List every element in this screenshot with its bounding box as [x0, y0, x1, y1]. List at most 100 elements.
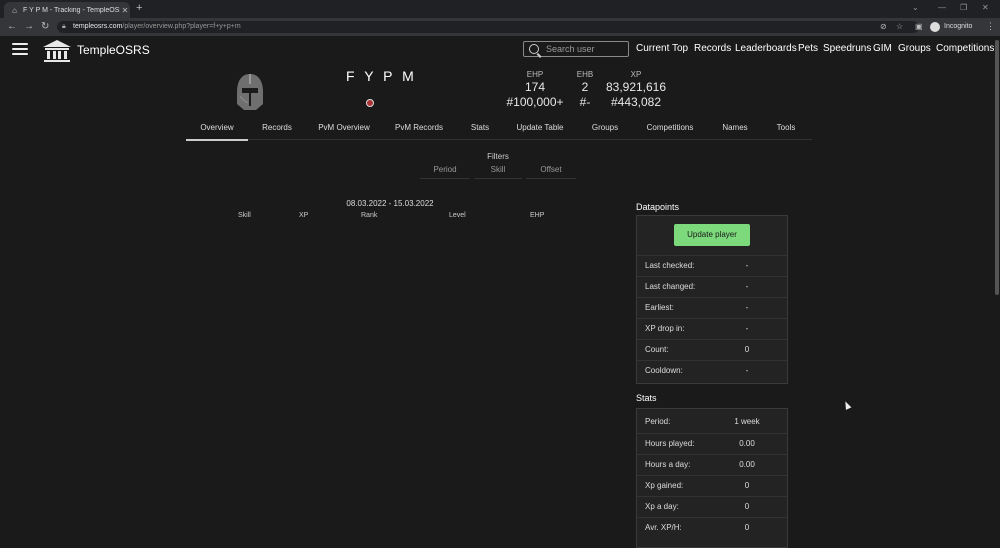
stat-label: Xp gained: — [645, 481, 684, 490]
column-skill[interactable]: Skill — [238, 212, 251, 219]
stat-label: Avr. XP/H: — [645, 523, 682, 532]
ehp-label: EHP — [526, 70, 544, 79]
search-icon — [529, 44, 539, 54]
tab-names[interactable]: Names — [714, 119, 756, 139]
datapoint-label: Cooldown: — [645, 366, 683, 375]
datapoint-value: - — [745, 282, 749, 291]
column-rank[interactable]: Rank — [361, 212, 377, 219]
nav-speedruns[interactable]: Speedruns — [823, 43, 871, 54]
mouse-cursor-icon — [842, 400, 852, 410]
datapoint-row: Last checked: - — [637, 255, 787, 275]
nav-leaderboards[interactable]: Leaderboards — [735, 43, 797, 54]
stat-label: Period: — [645, 417, 671, 426]
hamburger-menu-icon[interactable] — [12, 43, 28, 55]
minimize-icon[interactable]: — — [938, 3, 946, 12]
account-type-icon — [366, 99, 374, 107]
page-scrollbar[interactable] — [995, 40, 999, 295]
tab-overview[interactable]: Overview — [186, 119, 248, 141]
tab-competitions[interactable]: Competitions — [638, 119, 702, 139]
datapoint-row: XP drop in: - — [637, 318, 787, 338]
stat-row: Xp gained: 0 — [637, 475, 787, 495]
datapoints-title: Datapoints — [636, 202, 680, 212]
maximize-icon[interactable]: ❐ — [960, 3, 967, 12]
nav-pets[interactable]: Pets — [798, 43, 818, 54]
stat-value: 0 — [744, 481, 750, 490]
new-tab-icon[interactable]: + — [136, 2, 142, 14]
datapoint-label: Count: — [645, 345, 669, 354]
filter-skill[interactable]: Skill — [474, 162, 522, 179]
tab-update-table[interactable]: Update Table — [508, 119, 572, 139]
temple-favicon-icon: ⌂ — [12, 5, 17, 15]
stat-row: Xp a day: 0 — [637, 496, 787, 516]
datapoint-row: Count: 0 — [637, 339, 787, 359]
datapoint-label: Earliest: — [645, 303, 674, 312]
datapoint-value: 0 — [744, 345, 750, 354]
stat-label: Hours a day: — [645, 460, 691, 469]
filters-title: Filters — [487, 152, 509, 161]
tab-tools[interactable]: Tools — [768, 119, 804, 139]
stat-value: 0.00 — [739, 460, 755, 469]
datapoint-row: Earliest: - — [637, 297, 787, 317]
tab-groups[interactable]: Groups — [584, 119, 626, 139]
stat-row: Period: 1 week — [637, 412, 787, 432]
datapoint-label: XP drop in: — [645, 324, 685, 333]
column-level[interactable]: Level — [449, 212, 466, 219]
nav-competitions[interactable]: Competitions — [936, 43, 994, 54]
close-tab-icon[interactable]: ✕ — [120, 6, 130, 15]
date-range: 08.03.2022 - 15.03.2022 — [346, 199, 434, 208]
incognito-label: Incognito — [944, 23, 973, 30]
search-input[interactable] — [546, 43, 626, 55]
tab-records[interactable]: Records — [252, 119, 302, 139]
tab-stats[interactable]: Stats — [464, 119, 496, 139]
back-icon[interactable]: ← — [7, 21, 17, 32]
stat-value: 1 week — [734, 417, 760, 426]
stat-label: Hours played: — [645, 439, 695, 448]
window-close-icon[interactable]: ✕ — [982, 3, 989, 12]
filter-offset[interactable]: Offset — [526, 162, 576, 179]
nav-groups[interactable]: Groups — [898, 43, 931, 54]
column-ehp[interactable]: EHP — [530, 212, 544, 219]
datapoint-label: Last checked: — [645, 261, 695, 270]
tab-pvm-records[interactable]: PvM Records — [388, 119, 450, 139]
url-host: templeosrs.com — [73, 23, 123, 30]
nav-records[interactable]: Records — [694, 43, 731, 54]
forward-icon[interactable]: → — [24, 21, 34, 32]
datapoint-value: - — [745, 261, 749, 270]
browser-tab-title: F Y P M - Tracking - TempleOSRS — [23, 6, 120, 14]
xp-rank: #443,082 — [610, 95, 662, 109]
lock-icon: 🔒︎ — [62, 23, 66, 30]
site-brand[interactable]: TempleOSRS — [77, 43, 150, 57]
datapoint-value: - — [745, 303, 749, 312]
ehb-label: EHB — [576, 70, 594, 79]
url-field[interactable]: 🔒︎ templeosrs.com/player/overview.php?pl… — [57, 21, 919, 33]
eye-off-icon[interactable]: ⊘ — [880, 22, 887, 31]
datapoint-label: Last changed: — [645, 282, 696, 291]
stat-value: 0 — [744, 502, 750, 511]
side-panel-icon[interactable]: ▣ — [915, 22, 923, 31]
update-player-button[interactable]: Update player — [674, 224, 750, 246]
filter-period[interactable]: Period — [420, 162, 470, 179]
reload-icon[interactable]: ↻ — [41, 21, 49, 32]
ehp-rank: #100,000+ — [506, 95, 564, 109]
incognito-indicator[interactable]: Incognito — [930, 20, 972, 33]
tab-pvm-overview[interactable]: PvM Overview — [312, 119, 376, 139]
xp-value: 83,921,616 — [605, 80, 667, 94]
browser-menu-icon[interactable]: ⋮ — [986, 21, 995, 32]
player-name: F Y P M — [346, 68, 417, 84]
url-path: /player/overview.php?player=f+y+p+m — [122, 23, 241, 30]
search-box[interactable] — [523, 41, 629, 57]
bookmark-star-icon[interactable]: ☆ — [896, 22, 903, 31]
tab-search-icon[interactable]: ⌄ — [912, 3, 919, 12]
temple-logo-icon[interactable] — [42, 39, 72, 63]
player-tabs: Overview Records PvM Overview PvM Record… — [186, 119, 812, 141]
nav-current-top[interactable]: Current Top — [636, 43, 688, 54]
stat-row: Hours played: 0.00 — [637, 433, 787, 453]
address-bar-row: ← → ↻ 🔒︎ templeosrs.com/player/overview.… — [0, 18, 1000, 36]
datapoint-value: - — [745, 366, 749, 375]
browser-tab-strip: ⌂ F Y P M - Tracking - TempleOSRS ✕ + ⌄ … — [0, 0, 1000, 18]
browser-tab[interactable]: ⌂ F Y P M - Tracking - TempleOSRS ✕ — [4, 2, 130, 18]
column-xp[interactable]: XP — [299, 212, 308, 219]
stat-row: Hours a day: 0.00 — [637, 454, 787, 474]
nav-gim[interactable]: GIM — [873, 43, 892, 54]
stat-row: Avr. XP/H: 0 — [637, 517, 787, 537]
